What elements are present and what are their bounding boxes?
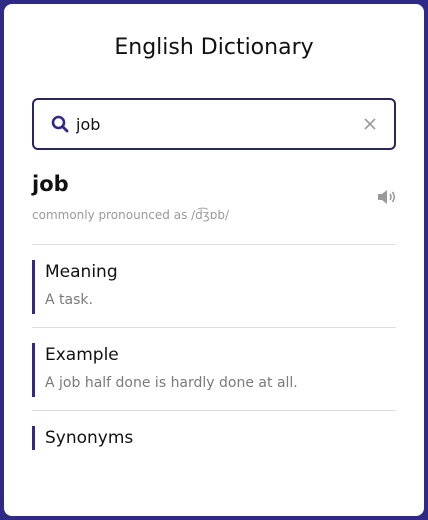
app-title: English Dictionary — [114, 35, 314, 60]
section-accent-bar — [32, 343, 35, 397]
divider — [32, 244, 396, 245]
divider — [32, 410, 396, 411]
meaning-section: Meaning A task. — [32, 260, 396, 314]
example-text: A job half done is hardly done at all. — [45, 375, 298, 391]
divider — [32, 327, 396, 328]
search-box[interactable] — [32, 98, 396, 150]
speaker-icon[interactable] — [376, 188, 398, 206]
synonyms-title: Synonyms — [45, 428, 134, 448]
phonetic-text: commonly pronounced as /d͡ʒɒb/ — [32, 208, 230, 222]
search-input[interactable] — [76, 114, 326, 134]
meaning-text: A task. — [45, 292, 93, 308]
search-icon — [50, 114, 70, 134]
synonyms-section: Synonyms — [32, 426, 396, 450]
close-icon[interactable] — [360, 114, 380, 134]
example-section: Example A job half done is hardly done a… — [32, 343, 396, 397]
result-word: job — [32, 172, 69, 196]
dictionary-card: English Dictionary job commonly pronounc… — [4, 4, 424, 516]
section-accent-bar — [32, 426, 35, 450]
section-accent-bar — [32, 260, 35, 314]
example-title: Example — [45, 345, 119, 365]
meaning-title: Meaning — [45, 262, 118, 282]
